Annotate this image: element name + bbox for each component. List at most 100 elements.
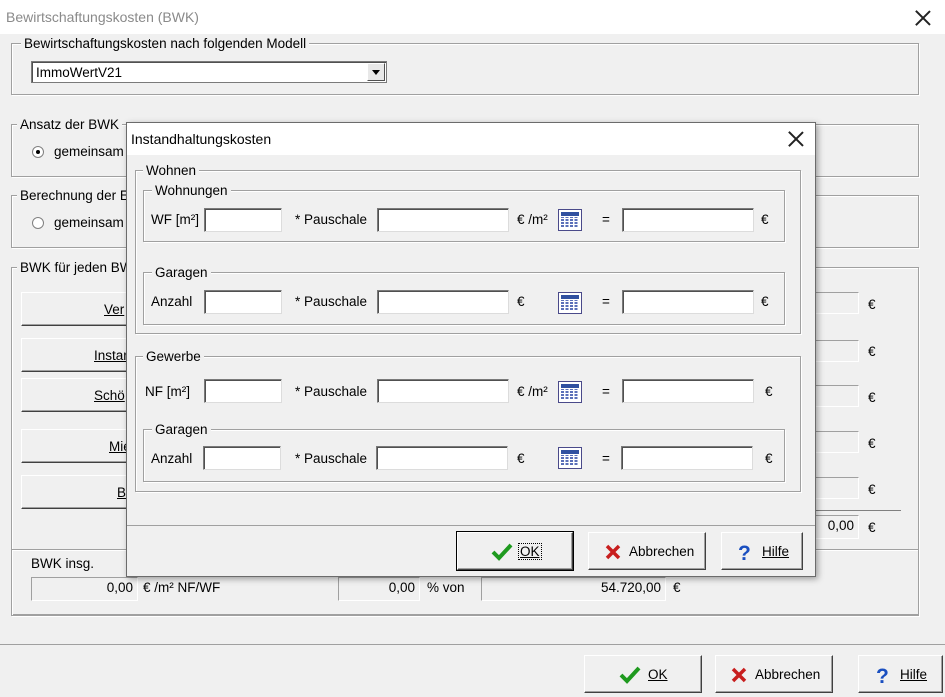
wohnungen-result-input[interactable] bbox=[622, 208, 754, 232]
wohnen-garagen-result-input[interactable] bbox=[622, 290, 754, 314]
calendar-icon[interactable] bbox=[558, 447, 582, 469]
bwk-percent-label: % von bbox=[427, 580, 465, 595]
bwk-mietausfall-button[interactable]: Mie bbox=[21, 429, 131, 463]
wohnen-legend: Wohnen bbox=[143, 163, 200, 178]
unit-label: € /m² bbox=[517, 212, 548, 227]
equals-label: = bbox=[602, 294, 610, 309]
unit-label: € /m² bbox=[517, 384, 548, 399]
unit-label: € bbox=[517, 294, 525, 309]
x-icon bbox=[605, 544, 621, 560]
bwk-field-1 bbox=[815, 292, 859, 314]
equals-label: = bbox=[602, 384, 610, 399]
ansatz-radio-label: gemeinsam bbox=[54, 144, 124, 159]
gewerbe-legend: Gewerbe bbox=[143, 349, 204, 364]
ok-button[interactable]: OK bbox=[584, 655, 702, 693]
sum-divider bbox=[815, 510, 901, 511]
bwk-total-field: 0,00 bbox=[815, 515, 859, 539]
model-select-dropdown-button[interactable] bbox=[367, 63, 385, 81]
bwk-field-4 bbox=[815, 431, 859, 453]
bwk-field-2 bbox=[815, 340, 859, 362]
dialog-title: Instandhaltungskosten bbox=[131, 131, 272, 147]
bwk-per-area-field: 0,00 bbox=[31, 577, 138, 601]
checkmark-icon bbox=[619, 666, 641, 684]
pauschale-label: * Pauschale bbox=[295, 212, 368, 227]
bwk-per-area-unit: € /m² NF/WF bbox=[143, 580, 221, 595]
help-button[interactable]: ? Hilfe bbox=[858, 655, 943, 693]
equals-label: = bbox=[602, 451, 610, 466]
bwk-field-3 bbox=[815, 385, 859, 407]
dialog-titlebar: Instandhaltungskosten bbox=[127, 123, 815, 155]
window-close-icon[interactable] bbox=[914, 9, 932, 27]
gewerbe-garagen-pauschale-input[interactable] bbox=[376, 446, 508, 470]
bwk-verwaltung-button[interactable]: Ver bbox=[21, 292, 131, 326]
cancel-button[interactable]: Abbrechen bbox=[715, 655, 833, 693]
bwk-each-legend: BWK für jeden BW bbox=[17, 260, 136, 275]
question-icon: ? bbox=[737, 541, 753, 563]
bwk-schoenheit-button[interactable]: Schö bbox=[21, 378, 131, 412]
wf-input[interactable] bbox=[204, 208, 282, 232]
instandhaltung-dialog: Instandhaltungskosten Wohnen Wohnungen W… bbox=[126, 122, 816, 577]
pauschale-label: * Pauschale bbox=[295, 384, 368, 399]
svg-text:?: ? bbox=[876, 665, 889, 686]
calendar-icon[interactable] bbox=[558, 381, 582, 403]
bwk-field-5 bbox=[815, 477, 859, 499]
ansatz-radio-gemeinsam[interactable] bbox=[32, 146, 44, 158]
gewerbe-garagen-result-input[interactable] bbox=[621, 446, 753, 470]
gewerbe-garagen-legend: Garagen bbox=[152, 422, 211, 437]
window-title: Bewirtschaftungskosten (BWK) bbox=[6, 9, 199, 25]
berechnung-radio-gemeinsam[interactable] bbox=[32, 217, 44, 229]
bwk-total-label: BWK insg. bbox=[31, 556, 95, 571]
wohnen-garagen-anzahl-input[interactable] bbox=[204, 290, 282, 314]
gewerbe-pauschale-input[interactable] bbox=[377, 379, 509, 403]
currency-label: € bbox=[868, 390, 876, 405]
gewerbe-result-input[interactable] bbox=[622, 379, 754, 403]
currency-label: € bbox=[765, 384, 773, 399]
anzahl-label: Anzahl bbox=[151, 451, 193, 466]
gewerbe-garagen-anzahl-input[interactable] bbox=[203, 446, 281, 470]
window-titlebar: Bewirtschaftungskosten (BWK) bbox=[0, 0, 945, 34]
currency-label: € bbox=[761, 212, 769, 227]
wohnen-garagen-pauschale-input[interactable] bbox=[377, 290, 509, 314]
currency-label: € bbox=[673, 580, 681, 595]
currency-label: € bbox=[868, 520, 876, 535]
dialog-help-button[interactable]: ? Hilfe bbox=[721, 532, 803, 570]
wohnen-garagen-legend: Garagen bbox=[152, 265, 211, 280]
currency-label: € bbox=[868, 482, 876, 497]
question-icon: ? bbox=[875, 664, 891, 686]
model-group-legend: Bewirtschaftungskosten nach folgenden Mo… bbox=[21, 36, 310, 51]
pauschale-label: * Pauschale bbox=[295, 294, 368, 309]
svg-text:?: ? bbox=[738, 542, 751, 563]
bwk-instandhaltung-button[interactable]: Instan bbox=[21, 338, 131, 372]
x-icon bbox=[731, 667, 747, 683]
checkmark-icon bbox=[491, 543, 513, 561]
currency-label: € bbox=[868, 436, 876, 451]
berechnung-group-legend: Berechnung der E bbox=[17, 188, 132, 203]
currency-label: € bbox=[761, 294, 769, 309]
currency-label: € bbox=[868, 344, 876, 359]
ansatz-group-legend: Ansatz der BWK bbox=[17, 117, 123, 132]
wf-label: WF [m²] bbox=[151, 212, 199, 227]
currency-label: € bbox=[868, 297, 876, 312]
wohnungen-legend: Wohnungen bbox=[152, 183, 231, 198]
calendar-icon[interactable] bbox=[558, 209, 582, 231]
pauschale-label: * Pauschale bbox=[295, 451, 368, 466]
unit-label: € bbox=[517, 451, 525, 466]
model-select[interactable]: ImmoWertV21 bbox=[31, 61, 387, 83]
nf-input[interactable] bbox=[204, 379, 282, 403]
dialog-separator bbox=[127, 525, 815, 526]
calendar-icon[interactable] bbox=[558, 292, 582, 314]
anzahl-label: Anzahl bbox=[151, 294, 193, 309]
dialog-cancel-button[interactable]: Abbrechen bbox=[588, 532, 706, 570]
dialog-close-icon[interactable] bbox=[787, 130, 805, 148]
nf-label: NF [m²] bbox=[145, 384, 190, 399]
bwk-betrieb-button[interactable]: B bbox=[21, 475, 131, 509]
bwk-percent-field: 0,00 bbox=[338, 577, 420, 601]
equals-label: = bbox=[602, 212, 610, 227]
model-select-value: ImmoWertV21 bbox=[36, 65, 123, 80]
wohnungen-pauschale-input[interactable] bbox=[377, 208, 509, 232]
dialog-ok-button[interactable]: OK bbox=[456, 531, 574, 571]
footer-bar: OK Abbrechen ? Hilfe bbox=[0, 644, 945, 697]
berechnung-radio-label: gemeinsam bbox=[54, 215, 124, 230]
chevron-down-icon bbox=[372, 70, 380, 75]
bwk-base-field: 54.720,00 bbox=[481, 577, 666, 601]
